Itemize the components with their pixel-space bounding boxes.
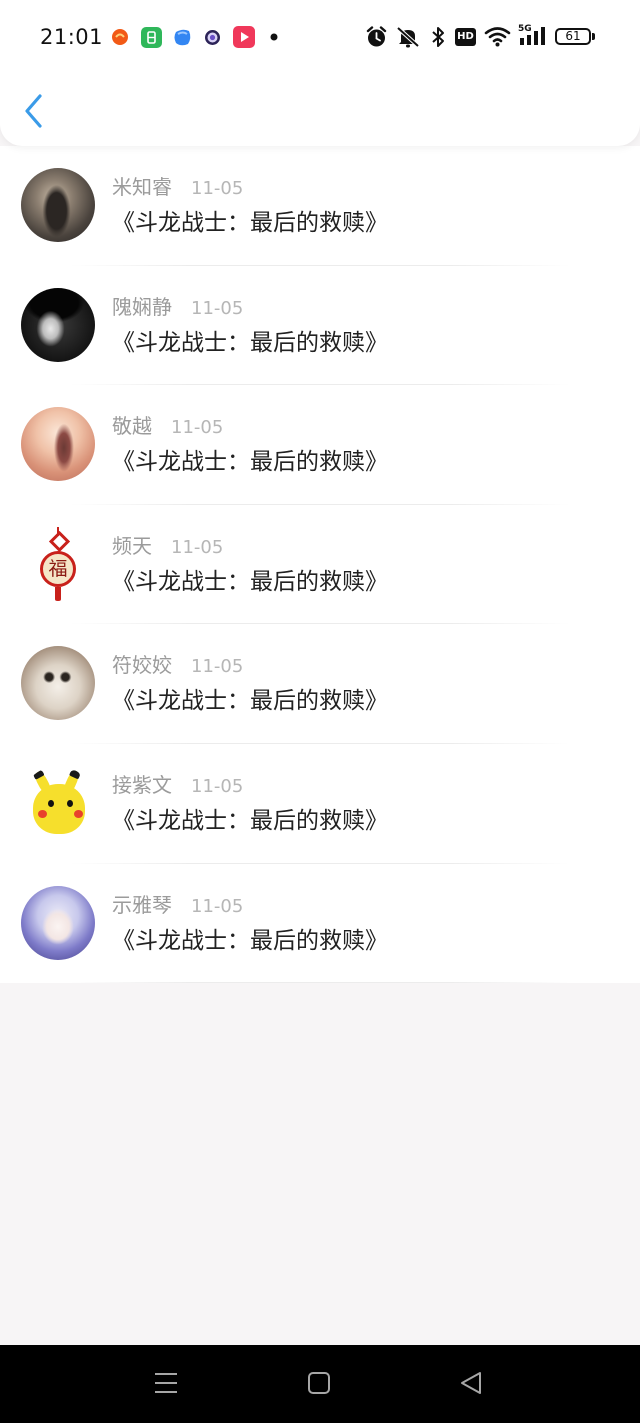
battery-nub [592, 33, 595, 40]
pikachu-body [33, 783, 85, 834]
comment-date: 11-05 [171, 536, 224, 558]
comment-meta: 接紫文 11-05 [112, 772, 243, 798]
more-notifications-dot [270, 33, 278, 41]
app-blue-icon [174, 29, 191, 46]
avatar[interactable] [21, 287, 95, 362]
avatar[interactable] [21, 885, 95, 960]
bluetooth-icon [432, 27, 444, 47]
list-item[interactable]: 隗娴静 11-05 《斗龙战士：最后的救赎》 [0, 266, 640, 386]
commenter-name: 示雅琴 [112, 892, 172, 917]
comment-text: 《斗龙战士：最后的救赎》 [112, 688, 388, 715]
comment-text: 《斗龙战士：最后的救赎》 [112, 449, 388, 476]
app-purple-icon [205, 30, 220, 45]
comment-meta: 隗娴静 11-05 [112, 294, 243, 320]
commenter-name: 米知睿 [112, 175, 172, 199]
comment-text: 《斗龙战士：最后的救赎》 [112, 329, 388, 356]
status-time: 21:01 [40, 25, 104, 49]
comment-date: 11-05 [191, 178, 244, 199]
avatar[interactable] [21, 407, 95, 482]
pikachu-eye [48, 799, 54, 807]
comment-meta: 示雅琴 11-05 [112, 892, 243, 918]
ear-tip [69, 768, 82, 780]
list-item[interactable]: 福 频天 11-05 《斗龙战士：最后的救赎》 [0, 505, 640, 625]
comment-text: 《斗龙战士：最后的救赎》 [112, 807, 388, 834]
commenter-name: 隗娴静 [112, 294, 172, 319]
list-item[interactable]: 米知睿 11-05 《斗龙战士：最后的救赎》 [0, 146, 640, 266]
ear-tip [32, 768, 45, 780]
comment-date: 11-05 [191, 895, 244, 917]
list-item[interactable]: 敬越 11-05 《斗龙战士：最后的救赎》 [0, 385, 640, 505]
commenter-name: 频天 [112, 533, 152, 558]
back-icon[interactable] [459, 1371, 483, 1395]
app-orange-icon [112, 29, 128, 45]
pikachu-eye [67, 799, 73, 807]
alarm-icon [366, 26, 387, 47]
mute-icon [396, 26, 420, 48]
comment-text: 《斗龙战士：最后的救赎》 [112, 210, 388, 236]
pikachu-cheek [38, 809, 47, 818]
avatar[interactable] [21, 646, 95, 721]
video-play-icon [233, 26, 255, 48]
comment-date: 11-05 [191, 775, 244, 797]
tassel [55, 586, 61, 601]
divider [0, 982, 640, 984]
pikachu-cheek [74, 809, 83, 818]
comment-meta: 米知睿 11-05 [112, 174, 243, 200]
menu-icon[interactable] [153, 1371, 179, 1395]
wifi-icon [484, 27, 511, 47]
comment-meta: 符姣姣 11-05 [112, 652, 243, 678]
comment-list: 米知睿 11-05 《斗龙战士：最后的救赎》 隗娴静 11-05 《斗龙战士：最… [0, 146, 640, 984]
hd-icon: HD [455, 28, 476, 46]
commenter-name: 敬越 [112, 414, 152, 439]
list-item[interactable]: 示雅琴 11-05 《斗龙战士：最后的救赎》 [0, 864, 640, 984]
fu-emblem: 福 [40, 550, 76, 587]
header: 21:01 HD 5G 61 [0, 0, 640, 146]
list-item[interactable]: 符姣姣 11-05 《斗龙战士：最后的救赎》 [0, 624, 640, 744]
avatar[interactable] [21, 765, 95, 840]
comment-text: 《斗龙战士：最后的救赎》 [112, 568, 388, 595]
chevron-left-icon[interactable] [18, 90, 52, 132]
comment-date: 11-05 [171, 417, 224, 439]
home-icon[interactable] [307, 1371, 331, 1395]
comment-meta: 敬越 11-05 [112, 413, 223, 439]
comment-date: 11-05 [191, 656, 244, 678]
commenter-name: 符姣姣 [112, 653, 172, 678]
comment-text: 《斗龙战士：最后的救赎》 [112, 927, 388, 954]
avatar[interactable] [21, 168, 95, 242]
comment-date: 11-05 [191, 297, 244, 319]
signal-5g-icon [520, 27, 545, 45]
navigation-bar [0, 1345, 640, 1423]
app-green-icon [141, 27, 162, 48]
list-item[interactable]: 接紫文 11-05 《斗龙战士：最后的救赎》 [0, 744, 640, 864]
avatar[interactable]: 福 [21, 526, 95, 601]
battery-icon: 61 [555, 28, 591, 45]
commenter-name: 接紫文 [112, 772, 172, 797]
comment-meta: 频天 11-05 [112, 533, 223, 559]
chinese-knot-icon [48, 530, 71, 552]
